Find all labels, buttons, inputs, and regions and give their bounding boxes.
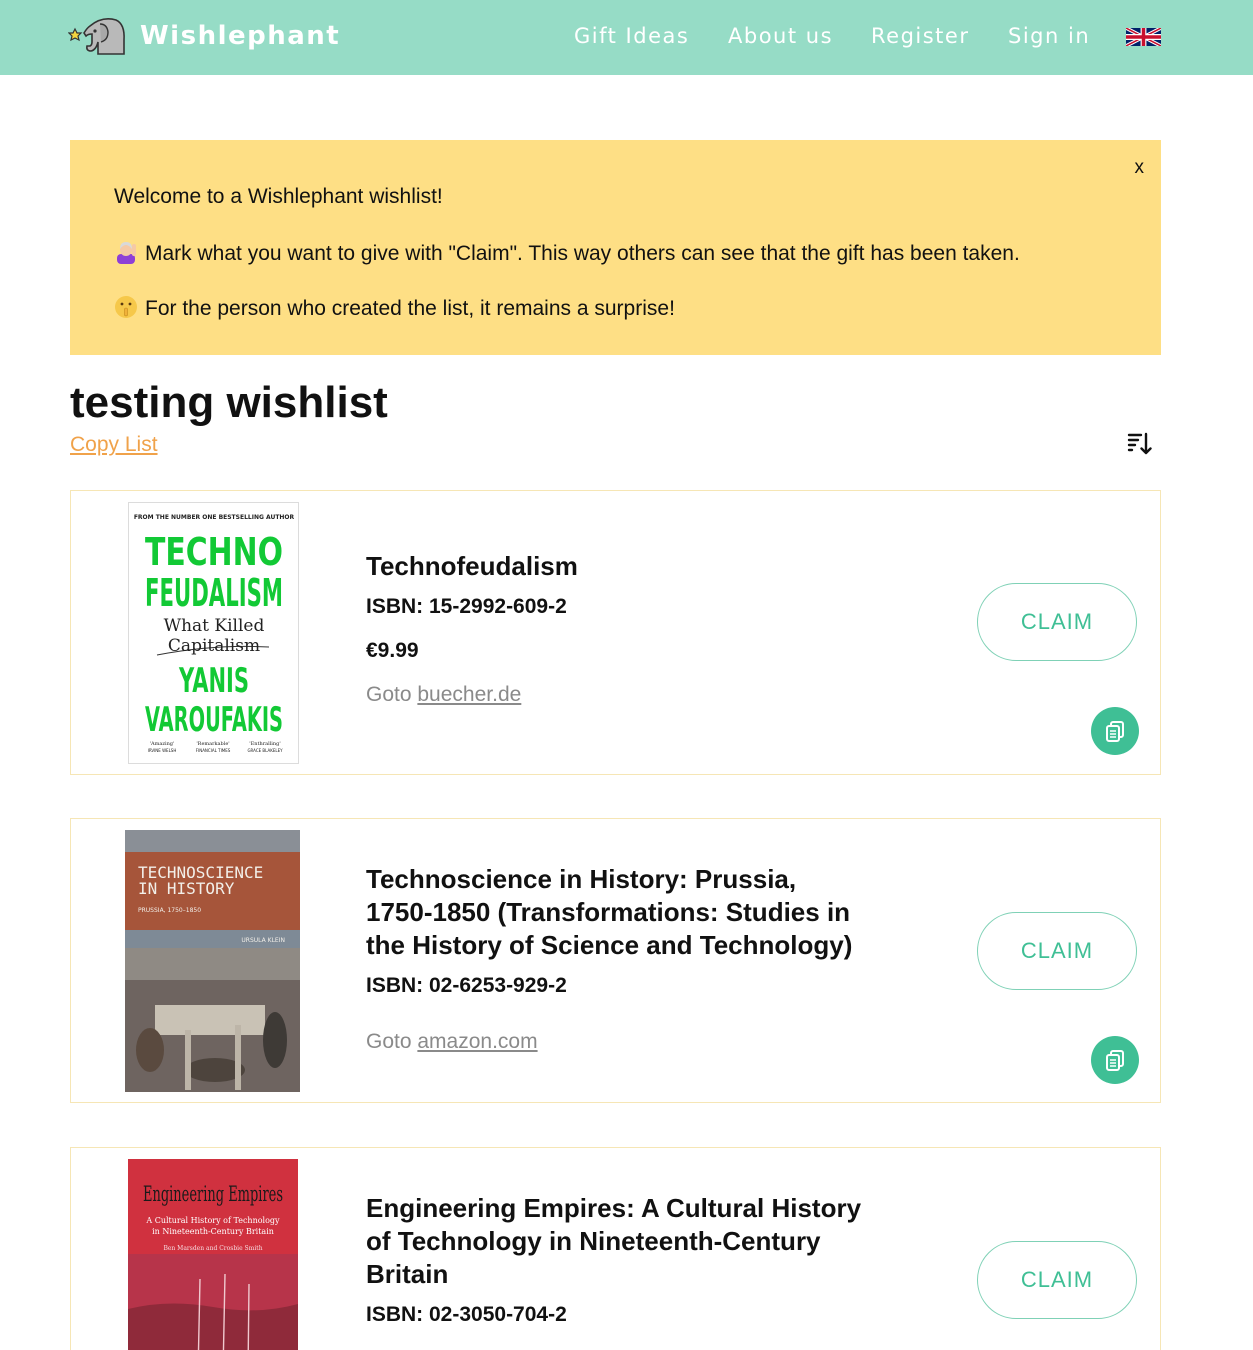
- woman-raising-hand-icon: [117, 242, 136, 264]
- cover-author-1: YANIS: [178, 661, 249, 701]
- cover-subtitle-2: in Nineteenth-Century Britain: [152, 1227, 274, 1236]
- goto-prefix: Goto: [366, 1030, 412, 1053]
- wishlist-item-card: Engineering Empires A Cultural History o…: [70, 1147, 1161, 1350]
- item-cover-image: FROM THE NUMBER ONE BESTSELLING AUTHOR T…: [128, 502, 299, 764]
- copy-icon: [1106, 1050, 1124, 1071]
- cover-subtitle-2: Capitalism: [168, 636, 260, 656]
- top-navbar: Wishlephant Gift Ideas About us Register…: [0, 0, 1253, 75]
- copy-icon: [1106, 721, 1124, 742]
- cover-author-2: VAROUFAKIS: [145, 700, 283, 740]
- cover-quote-2: 'Remarkable': [196, 741, 229, 747]
- shushing-face-icon: [115, 296, 137, 318]
- cover-quote-3: 'Enthralling': [249, 741, 280, 747]
- notice-line-surprise-text: For the person who created the list, it …: [145, 297, 675, 320]
- store-link[interactable]: amazon.com: [417, 1030, 537, 1053]
- item-title: Technofeudalism: [366, 551, 578, 581]
- notice-line-claim-text: Mark what you want to give with "Claim".…: [145, 242, 1020, 265]
- book-cover-technofeudalism: FROM THE NUMBER ONE BESTSELLING AUTHOR T…: [134, 514, 295, 753]
- nav-gift-ideas[interactable]: Gift Ideas: [574, 24, 689, 48]
- item-title: Engineering Empires: A Cultural History …: [366, 1193, 862, 1289]
- item-isbn: ISBN: 02-3050-704-2: [366, 1303, 567, 1326]
- item-info: Engineering Empires: A Cultural History …: [366, 1192, 866, 1330]
- cover-quote-1-source: IRVINE WELSH: [148, 748, 177, 753]
- claim-button[interactable]: CLAIM: [977, 912, 1137, 990]
- item-store-link: Goto amazon.com: [366, 1027, 866, 1057]
- nav-about-us[interactable]: About us: [728, 24, 833, 48]
- cover-title-1: TECHNO: [145, 530, 283, 574]
- cover-subtitle-1: A Cultural History of Technology: [145, 1216, 280, 1225]
- item-isbn: ISBN: 15-2992-609-2: [366, 595, 567, 618]
- item-title: Technoscience in History: Prussia, 1750-…: [366, 864, 853, 960]
- nav-sign-in[interactable]: Sign in: [1008, 24, 1090, 48]
- claim-button[interactable]: CLAIM: [977, 583, 1137, 661]
- cover-subtitle: PRUSSIA, 1750–1850: [138, 907, 201, 914]
- sort-descending-icon[interactable]: [1126, 431, 1152, 457]
- cover-title-2: IN HISTORY: [138, 879, 235, 898]
- item-info: Technoscience in History: Prussia, 1750-…: [366, 863, 866, 1057]
- cover-authors: Ben Marsden and Crosbie Smith: [163, 1245, 262, 1252]
- cover-quote-1: 'Amazing': [150, 741, 175, 747]
- claim-button[interactable]: CLAIM: [977, 1241, 1137, 1319]
- cover-author: URSULA KLEIN: [241, 937, 285, 944]
- nav-register[interactable]: Register: [871, 24, 969, 48]
- copy-item-button[interactable]: [1091, 1036, 1139, 1084]
- notice-line-surprise: For the person who created the list, it …: [114, 295, 675, 321]
- item-price: €9.99: [366, 639, 419, 662]
- uk-flag-icon[interactable]: [1126, 28, 1161, 46]
- goto-prefix: Goto: [366, 683, 412, 706]
- wishlist-item-card: FROM THE NUMBER ONE BESTSELLING AUTHOR T…: [70, 490, 1161, 775]
- book-cover-technoscience: TECHNOSCIENCE IN HISTORY PRUSSIA, 1750–1…: [125, 830, 300, 1092]
- welcome-notice: x Welcome to a Wishlephant wishlist! Mar…: [70, 140, 1161, 355]
- wishlist-item-card: TECHNOSCIENCE IN HISTORY PRUSSIA, 1750–1…: [70, 818, 1161, 1103]
- item-cover-image: Engineering Empires A Cultural History o…: [128, 1159, 298, 1350]
- wishlist-title: testing wishlist: [70, 378, 388, 427]
- copy-item-button[interactable]: [1091, 707, 1139, 755]
- main-nav: Gift Ideas About us Register Sign in: [0, 24, 1253, 52]
- cover-title-2: FEUDALISM: [145, 571, 283, 615]
- cover-quote-3-source: GRACE BLAKELEY: [247, 748, 283, 753]
- cover-subtitle-1: What Killed: [164, 616, 265, 636]
- item-info: Technofeudalism ISBN: 15-2992-609-2 €9.9…: [366, 550, 866, 710]
- copy-list-link[interactable]: Copy List: [70, 433, 158, 457]
- close-notice-button[interactable]: x: [1135, 157, 1145, 179]
- store-link[interactable]: buecher.de: [417, 683, 521, 706]
- notice-line-welcome: Welcome to a Wishlephant wishlist!: [114, 185, 443, 208]
- cover-tagline: FROM THE NUMBER ONE BESTSELLING AUTHOR: [134, 514, 295, 521]
- book-cover-engineering-empires: Engineering Empires A Cultural History o…: [128, 1159, 298, 1350]
- item-isbn: ISBN: 02-6253-929-2: [366, 974, 567, 997]
- cover-quote-2-source: FINANCIAL TIMES: [196, 748, 231, 753]
- item-cover-image: TECHNOSCIENCE IN HISTORY PRUSSIA, 1750–1…: [125, 830, 300, 1092]
- item-store-link: Goto buecher.de: [366, 680, 866, 710]
- notice-line-claim: Mark what you want to give with "Claim".…: [114, 240, 1020, 266]
- cover-title: Engineering Empires: [143, 1182, 283, 1206]
